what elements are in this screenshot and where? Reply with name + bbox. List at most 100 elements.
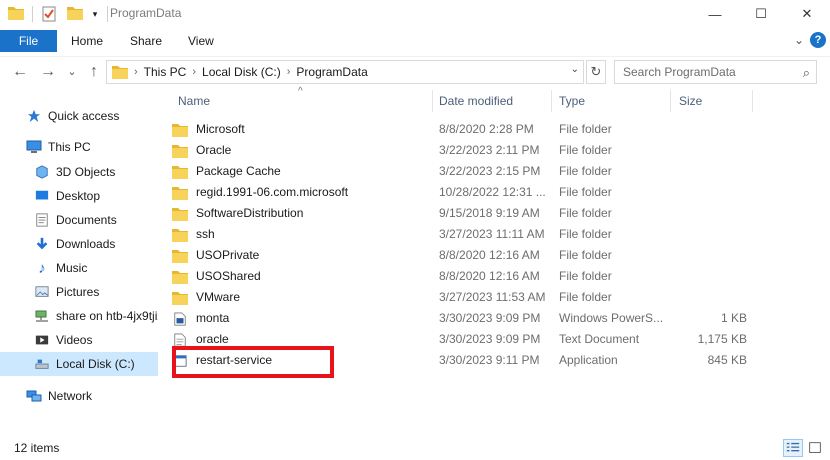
file-name: Package Cache bbox=[196, 164, 281, 178]
file-row[interactable]: Oracle 3/22/2023 2:11 PM File folder bbox=[172, 140, 752, 161]
tab-share[interactable]: Share bbox=[130, 30, 162, 52]
file-name-cell[interactable]: Microsoft bbox=[172, 119, 427, 140]
file-row[interactable]: monta 3/30/2023 9:09 PM Windows PowerS... 1… bbox=[172, 308, 752, 329]
tab-view[interactable]: View bbox=[188, 30, 214, 52]
file-type: Application bbox=[559, 353, 618, 367]
file-row[interactable]: USOShared 8/8/2020 12:16 AM File folder bbox=[172, 266, 752, 287]
file-size bbox=[677, 140, 747, 161]
file-date-modified: 3/27/2023 11:11 AM bbox=[439, 227, 545, 241]
folder-icon bbox=[172, 164, 188, 180]
file-size bbox=[677, 287, 747, 308]
separator bbox=[107, 6, 108, 22]
file-row[interactable]: SoftwareDistribution 9/15/2018 9:19 AM Fil… bbox=[172, 203, 752, 224]
file-name: VMware bbox=[196, 290, 241, 304]
column-divider[interactable] bbox=[670, 90, 671, 112]
up-button[interactable]: ↑ bbox=[84, 63, 104, 81]
sidebar-item-downloads[interactable]: Downloads bbox=[0, 232, 158, 256]
search-icon[interactable]: ⌕ bbox=[803, 65, 810, 81]
file-size bbox=[677, 161, 747, 182]
file-row[interactable]: Microsoft 8/8/2020 2:28 PM File folder bbox=[172, 119, 752, 140]
quick-access-toolbar: ▾ bbox=[0, 0, 116, 28]
expand-ribbon-icon[interactable]: ⌄ bbox=[794, 33, 804, 47]
desktop-icon bbox=[34, 188, 50, 204]
new-folder-icon[interactable] bbox=[67, 6, 83, 22]
sidebar-item-label: Local Disk (C:) bbox=[56, 357, 135, 371]
sidebar-item-network[interactable]: Network bbox=[0, 384, 158, 408]
maximize-button[interactable]: ☐ bbox=[738, 0, 784, 28]
column-header-date-modified[interactable]: Date modified bbox=[439, 86, 513, 116]
file-name: regid.1991-06.com.microsoft bbox=[196, 185, 349, 199]
sidebar-item-videos[interactable]: Videos bbox=[0, 328, 158, 352]
navigation-pane: Quick access This PC 3D Objects Desktop … bbox=[0, 90, 160, 430]
sidebar-item-local-disk[interactable]: Local Disk (C:) bbox=[0, 352, 158, 376]
sidebar-item-documents[interactable]: Documents bbox=[0, 208, 158, 232]
sidebar-item-pictures[interactable]: Pictures bbox=[0, 280, 158, 304]
address-dropdown-icon[interactable]: ⌄ bbox=[571, 64, 579, 75]
column-divider[interactable] bbox=[432, 90, 433, 112]
file-date-modified: 3/30/2023 9:09 PM bbox=[439, 311, 541, 325]
file-row[interactable]: VMware 3/27/2023 11:53 AM File folder bbox=[172, 287, 752, 308]
sidebar-item-label: Music bbox=[56, 261, 88, 275]
file-date-modified: 3/22/2023 2:15 PM bbox=[439, 164, 541, 178]
back-button[interactable]: ← bbox=[10, 63, 30, 81]
file-name-cell[interactable]: Oracle bbox=[172, 140, 427, 161]
forward-button[interactable]: → bbox=[38, 63, 58, 81]
address-bar[interactable]: › This PC › Local Disk (C:) › ProgramDat… bbox=[106, 60, 584, 84]
folder-icon bbox=[172, 248, 188, 264]
tab-home[interactable]: Home bbox=[71, 30, 103, 52]
sidebar-item-3d-objects[interactable]: 3D Objects bbox=[0, 160, 158, 184]
file-name: SoftwareDistribution bbox=[196, 206, 304, 220]
column-divider[interactable] bbox=[752, 90, 753, 112]
file-name-cell[interactable]: SoftwareDistribution bbox=[172, 203, 427, 224]
sidebar-item-network-share[interactable]: share on htb-4jx9tjix bbox=[0, 304, 158, 328]
file-name-cell[interactable]: VMware bbox=[172, 287, 427, 308]
breadcrumb-programdata[interactable]: ProgramData bbox=[290, 65, 373, 79]
customize-toolbar-icon[interactable]: ▾ bbox=[87, 6, 103, 22]
file-size bbox=[677, 266, 747, 287]
sidebar-item-desktop[interactable]: Desktop bbox=[0, 184, 158, 208]
folder-icon bbox=[172, 290, 188, 306]
properties-icon[interactable] bbox=[41, 6, 57, 22]
file-row[interactable]: regid.1991-06.com.microsoft 10/28/2022 12… bbox=[172, 182, 752, 203]
sidebar-item-label: Downloads bbox=[56, 237, 116, 251]
search-input[interactable] bbox=[615, 61, 790, 83]
minimize-button[interactable]: — bbox=[692, 0, 738, 28]
file-name-cell[interactable]: Package Cache bbox=[172, 161, 427, 182]
sidebar-item-music[interactable]: ♪ Music bbox=[0, 256, 158, 280]
file-row[interactable]: Package Cache 3/22/2023 2:15 PM File folde… bbox=[172, 161, 752, 182]
column-header-size[interactable]: Size bbox=[679, 86, 702, 116]
file-name-cell[interactable]: monta bbox=[172, 308, 427, 329]
network-icon bbox=[26, 388, 42, 404]
details-view-button[interactable] bbox=[783, 439, 803, 457]
file-row[interactable]: USOPrivate 8/8/2020 12:16 AM File folder bbox=[172, 245, 752, 266]
folder-icon bbox=[172, 269, 188, 285]
file-size bbox=[677, 224, 747, 245]
file-type: File folder bbox=[559, 206, 612, 220]
file-name-cell[interactable]: regid.1991-06.com.microsoft bbox=[172, 182, 427, 203]
ribbon-tabs: File Home Share View ⌄ ? bbox=[0, 30, 830, 52]
recent-locations-button[interactable]: ⌄ bbox=[62, 63, 82, 81]
refresh-button[interactable]: ↻ bbox=[586, 60, 606, 84]
folder-icon bbox=[172, 206, 188, 222]
sidebar-item-this-pc[interactable]: This PC bbox=[0, 135, 158, 159]
search-box[interactable]: ⌕ bbox=[614, 60, 817, 84]
file-name-cell[interactable]: ssh bbox=[172, 224, 427, 245]
close-button[interactable]: ✕ bbox=[784, 0, 830, 28]
file-date-modified: 8/8/2020 12:16 AM bbox=[439, 248, 540, 262]
file-date-modified: 9/15/2018 9:19 AM bbox=[439, 206, 540, 220]
breadcrumb-local-disk[interactable]: Local Disk (C:) bbox=[196, 65, 287, 79]
column-divider[interactable] bbox=[551, 90, 552, 112]
file-name-cell[interactable]: USOPrivate bbox=[172, 245, 427, 266]
sidebar-item-quick-access[interactable]: Quick access bbox=[0, 104, 158, 128]
column-header-type[interactable]: Type bbox=[559, 86, 585, 116]
column-header-name[interactable]: Name bbox=[178, 86, 210, 116]
tab-file[interactable]: File bbox=[0, 30, 57, 52]
download-icon bbox=[34, 236, 50, 252]
file-row[interactable]: ssh 3/27/2023 11:11 AM File folder bbox=[172, 224, 752, 245]
file-name-cell[interactable]: USOShared bbox=[172, 266, 427, 287]
status-bar: 12 items bbox=[0, 434, 830, 460]
breadcrumb-this-pc[interactable]: This PC bbox=[138, 65, 193, 79]
file-name: Microsoft bbox=[196, 122, 245, 136]
help-icon[interactable]: ? bbox=[810, 32, 826, 48]
large-icons-view-button[interactable] bbox=[805, 439, 825, 457]
